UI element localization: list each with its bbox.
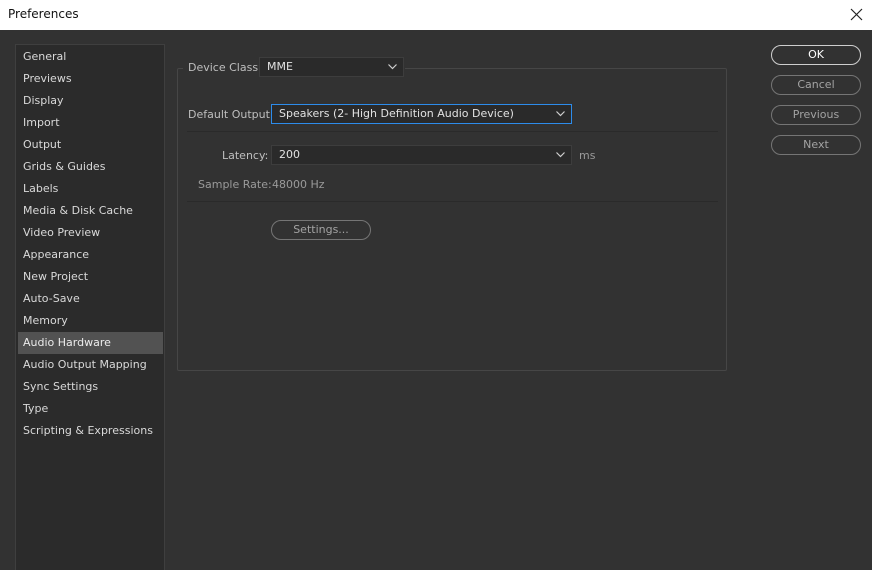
settings-button[interactable]: Settings... xyxy=(271,220,371,240)
sidebar-item-media-disk-cache[interactable]: Media & Disk Cache xyxy=(18,200,163,222)
sidebar-item-video-preview[interactable]: Video Preview xyxy=(18,222,163,244)
default-output-value: Speakers (2- High Definition Audio Devic… xyxy=(279,107,514,120)
next-button[interactable]: Next xyxy=(771,135,861,155)
sidebar-item-new-project[interactable]: New Project xyxy=(18,266,163,288)
sidebar-item-general[interactable]: General xyxy=(18,46,163,68)
section-divider xyxy=(187,201,718,202)
default-output-dropdown[interactable]: Speakers (2- High Definition Audio Devic… xyxy=(271,104,572,124)
chevron-down-icon xyxy=(388,64,397,70)
preferences-sidebar: General Previews Display Import Output G… xyxy=(15,44,165,570)
device-class-value: MME xyxy=(267,60,293,73)
close-icon xyxy=(850,8,863,21)
window-title: Preferences xyxy=(8,7,79,21)
sidebar-item-appearance[interactable]: Appearance xyxy=(18,244,163,266)
sidebar-item-auto-save[interactable]: Auto-Save xyxy=(18,288,163,310)
title-bar: Preferences xyxy=(0,0,872,30)
sidebar-item-type[interactable]: Type xyxy=(18,398,163,420)
latency-unit: ms xyxy=(579,149,596,162)
device-class-dropdown[interactable]: MME xyxy=(259,57,404,77)
latency-value: 200 xyxy=(279,148,300,161)
sidebar-item-labels[interactable]: Labels xyxy=(18,178,163,200)
chevron-down-icon xyxy=(556,152,565,158)
sidebar-item-audio-output-mapping[interactable]: Audio Output Mapping xyxy=(18,354,163,376)
sidebar-item-display[interactable]: Display xyxy=(18,90,163,112)
cancel-button[interactable]: Cancel xyxy=(771,75,861,95)
device-class-label: Device Class: xyxy=(188,61,262,74)
previous-button[interactable]: Previous xyxy=(771,105,861,125)
sidebar-item-audio-hardware[interactable]: Audio Hardware xyxy=(18,332,163,354)
default-output-label: Default Output: xyxy=(188,108,274,121)
sidebar-item-scripting-expressions[interactable]: Scripting & Expressions xyxy=(18,420,163,442)
sample-rate-value: 48000 Hz xyxy=(272,178,325,191)
latency-label: Latency: xyxy=(222,149,269,162)
sidebar-item-previews[interactable]: Previews xyxy=(18,68,163,90)
close-button[interactable] xyxy=(842,0,872,30)
sample-rate-label: Sample Rate: xyxy=(198,178,272,191)
section-divider xyxy=(187,131,718,132)
ok-button[interactable]: OK xyxy=(771,45,861,65)
sidebar-item-memory[interactable]: Memory xyxy=(18,310,163,332)
sidebar-item-grids-guides[interactable]: Grids & Guides xyxy=(18,156,163,178)
sidebar-item-sync-settings[interactable]: Sync Settings xyxy=(18,376,163,398)
sidebar-item-output[interactable]: Output xyxy=(18,134,163,156)
sidebar-item-import[interactable]: Import xyxy=(18,112,163,134)
latency-dropdown[interactable]: 200 xyxy=(271,145,572,165)
chevron-down-icon xyxy=(556,111,565,117)
